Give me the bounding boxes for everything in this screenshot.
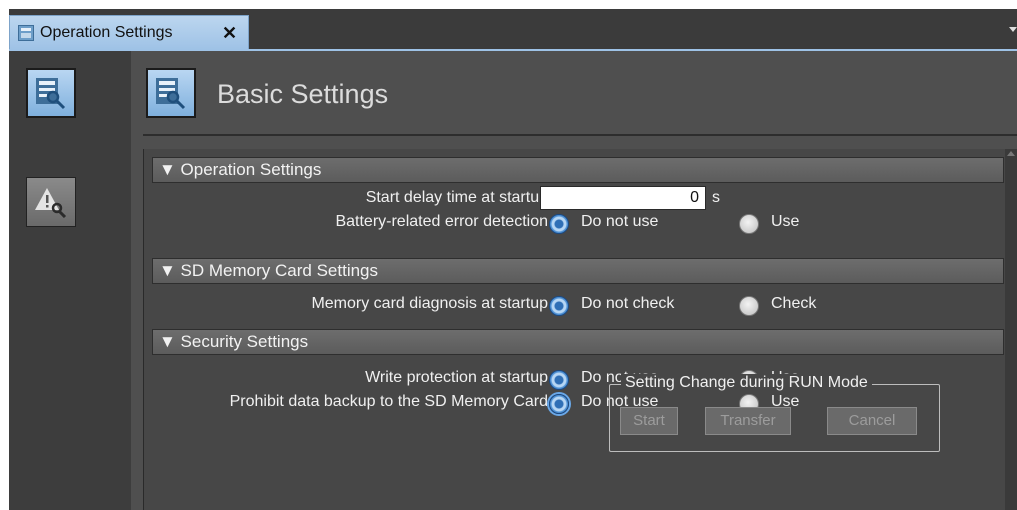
start-delay-input[interactable]: 0 bbox=[540, 186, 706, 210]
battery-error-label: Battery-related error detection bbox=[335, 213, 548, 230]
page-title: Basic Settings bbox=[217, 79, 389, 109]
battery-do-not-use-radio[interactable] bbox=[549, 214, 569, 234]
rail-basic-settings-button[interactable] bbox=[26, 68, 76, 118]
rail-warning-settings-button[interactable] bbox=[26, 177, 76, 227]
basic-settings-icon bbox=[36, 78, 66, 110]
section-operation-settings[interactable]: ▼ Operation Settings bbox=[152, 157, 1004, 183]
start-delay-unit: s bbox=[712, 189, 720, 206]
section-sd-memory-card-settings[interactable]: ▼ SD Memory Card Settings bbox=[152, 258, 1004, 284]
write-protection-label: Write protection at startup bbox=[365, 369, 548, 386]
screenshot-frame: Operation Settings ✕ Basic Settings ▼ Op… bbox=[0, 0, 1017, 510]
vertical-scrollbar[interactable] bbox=[1005, 149, 1017, 510]
battery-use-label: Use bbox=[771, 213, 800, 230]
run-mode-group-title: Setting Change during RUN Mode bbox=[621, 374, 872, 392]
tab-title: Operation Settings bbox=[40, 24, 173, 41]
start-button[interactable]: Start bbox=[620, 407, 678, 435]
chevron-down-icon[interactable] bbox=[1009, 27, 1017, 32]
basic-settings-icon bbox=[156, 78, 186, 110]
close-icon[interactable]: ✕ bbox=[222, 23, 237, 44]
tab-operation-settings[interactable]: Operation Settings ✕ bbox=[9, 15, 249, 50]
start-delay-label: Start delay time at startup bbox=[365, 189, 548, 206]
prohibit-backup-label: Prohibit data backup to the SD Memory Ca… bbox=[229, 393, 548, 410]
diagnosis-check-label: Check bbox=[771, 295, 817, 312]
header-divider bbox=[143, 134, 1017, 136]
diagnosis-do-not-check-label: Do not check bbox=[581, 295, 675, 312]
memory-card-diagnosis-label: Memory card diagnosis at startup bbox=[311, 295, 548, 312]
settings-window: Operation Settings ✕ Basic Settings ▼ Op… bbox=[9, 9, 1017, 510]
warning-settings-icon bbox=[35, 188, 67, 218]
run-mode-group: Setting Change during RUN Mode Start Tra… bbox=[609, 374, 940, 452]
settings-content: ▼ Operation Settings Start delay time at… bbox=[143, 149, 1017, 510]
battery-do-not-use-label: Do not use bbox=[581, 213, 659, 230]
tab-strip: Operation Settings ✕ bbox=[9, 9, 1017, 51]
basic-settings-header-icon bbox=[146, 68, 196, 118]
left-rail bbox=[9, 51, 131, 510]
battery-use-radio[interactable] bbox=[739, 214, 759, 234]
cancel-button[interactable]: Cancel bbox=[827, 407, 917, 435]
transfer-button[interactable]: Transfer bbox=[705, 407, 791, 435]
backup-do-not-use-radio[interactable] bbox=[549, 394, 569, 414]
main-panel: Basic Settings ▼ Operation Settings Star… bbox=[131, 51, 1017, 510]
section-security-settings[interactable]: ▼ Security Settings bbox=[152, 329, 1004, 355]
diagnosis-do-not-check-radio[interactable] bbox=[549, 296, 569, 316]
write-do-not-use-radio[interactable] bbox=[549, 370, 569, 390]
diagnosis-check-radio[interactable] bbox=[739, 296, 759, 316]
settings-tab-icon bbox=[18, 25, 34, 41]
scroll-up-icon[interactable] bbox=[1007, 151, 1015, 156]
